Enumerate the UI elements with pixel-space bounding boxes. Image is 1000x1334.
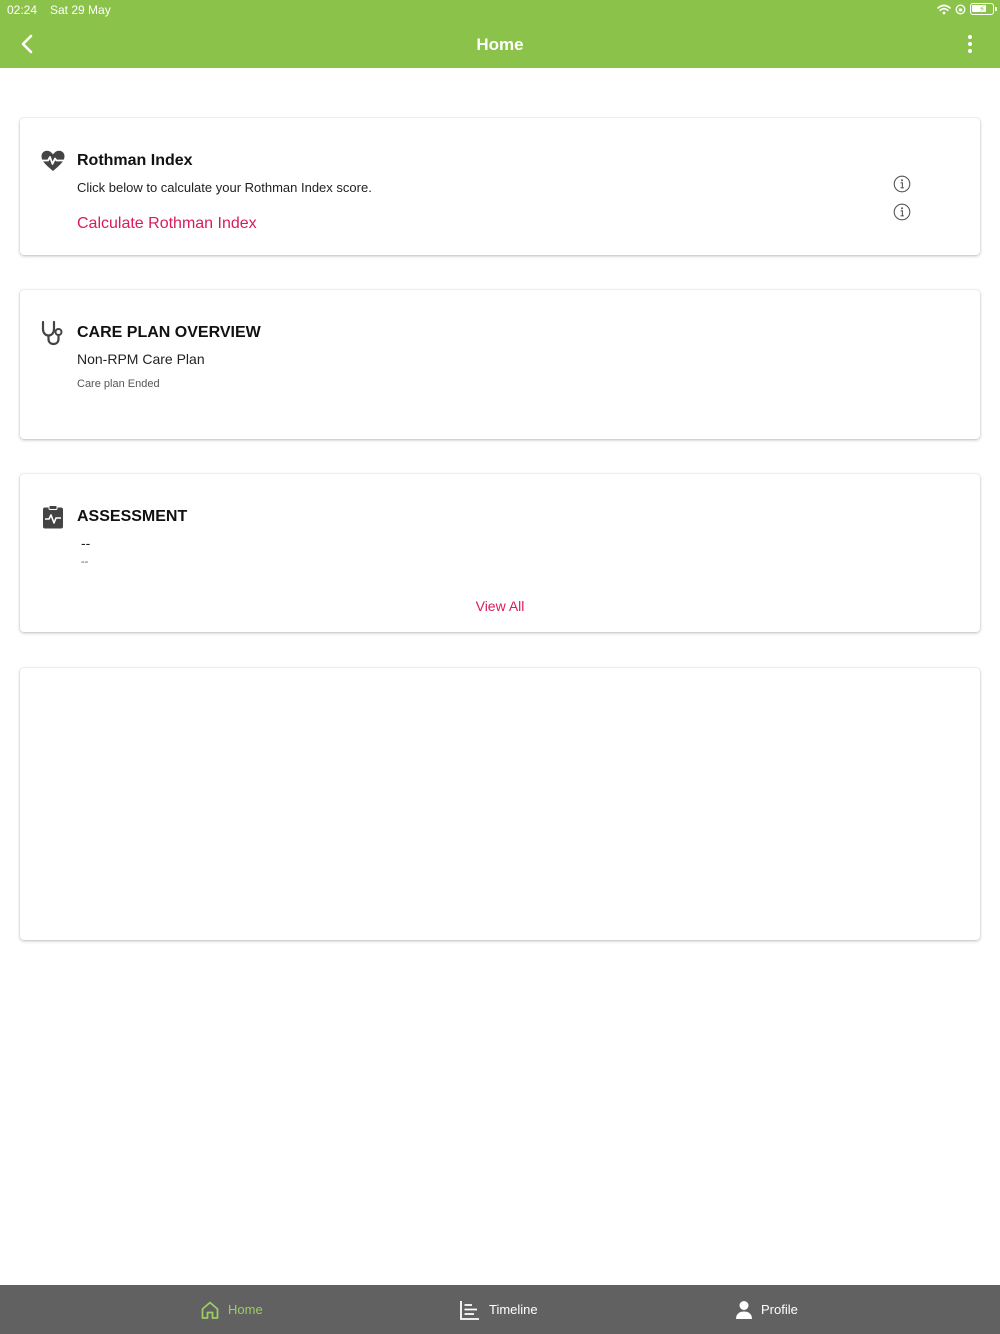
- app-header: 02:24 Sat 29 May ⚡ Home: [0, 0, 1000, 68]
- clipboard-pulse-icon: [43, 505, 63, 529]
- rothman-index-card: Rothman Index Click below to calculate y…: [20, 118, 980, 255]
- nav-label-timeline: Timeline: [489, 1302, 538, 1317]
- care-plan-name: Non-RPM Care Plan: [77, 351, 205, 367]
- status-icons: ⚡: [937, 3, 997, 15]
- status-time: 02:24: [7, 3, 38, 17]
- home-icon: [201, 1301, 219, 1319]
- care-plan-status: Care plan Ended: [77, 378, 160, 390]
- assessment-value: --: [81, 535, 91, 551]
- heart-pulse-icon: [40, 150, 66, 171]
- nav-tab-home[interactable]: Home: [200, 1285, 263, 1334]
- calculate-rothman-link[interactable]: Calculate Rothman Index: [77, 215, 257, 233]
- wifi-icon: [937, 4, 951, 14]
- assessment-title: ASSESSMENT: [77, 508, 188, 525]
- info-icon[interactable]: [893, 203, 911, 221]
- person-icon: [736, 1300, 752, 1319]
- nav-label-profile: Profile: [761, 1302, 798, 1317]
- rothman-title: Rothman Index: [77, 152, 193, 169]
- care-plan-card: CARE PLAN OVERVIEW Non-RPM Care Plan Car…: [20, 290, 980, 439]
- status-date: Sat 29 May: [50, 3, 111, 17]
- info-icon[interactable]: [893, 175, 911, 193]
- more-options-button[interactable]: [960, 32, 980, 56]
- view-all-link[interactable]: View All: [20, 598, 980, 614]
- assessment-detail: --: [81, 556, 89, 568]
- more-vertical-icon: [968, 35, 972, 39]
- orientation-lock-icon: [955, 4, 966, 14]
- battery-icon: ⚡: [970, 3, 997, 15]
- bottom-navigation: Home Timeline Profile: [0, 1285, 1000, 1334]
- empty-card: [20, 668, 980, 940]
- nav-tab-profile[interactable]: Profile: [735, 1285, 798, 1334]
- timeline-icon: [460, 1300, 479, 1320]
- page-title: Home: [476, 35, 524, 54]
- care-plan-title: CARE PLAN OVERVIEW: [77, 324, 261, 341]
- nav-label-home: Home: [228, 1302, 263, 1317]
- stethoscope-icon: [41, 320, 63, 346]
- assessment-card: ASSESSMENT -- -- View All: [20, 474, 980, 632]
- rothman-description: Click below to calculate your Rothman In…: [77, 180, 372, 195]
- nav-tab-timeline[interactable]: Timeline: [459, 1285, 538, 1334]
